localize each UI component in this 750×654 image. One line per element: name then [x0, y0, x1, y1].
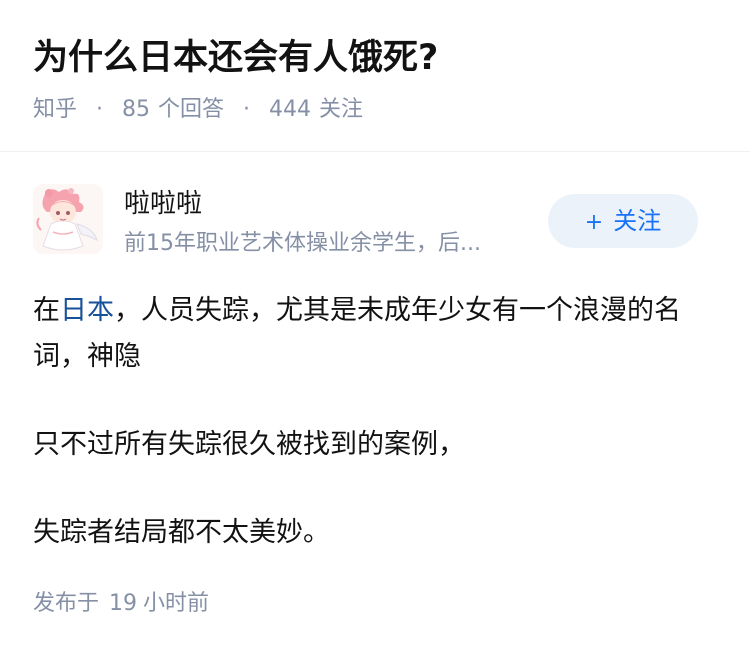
author-name[interactable]: 啦啦啦: [124, 186, 202, 222]
follower-count: 444: [269, 97, 312, 122]
follow-button-label: 关注: [613, 207, 662, 235]
publish-time: 发布于 19 小时前: [33, 588, 209, 620]
answer-count-link[interactable]: 85 个回答: [122, 97, 231, 122]
answer-paragraph: 只不过所有失踪很久被找到的案例，: [33, 429, 465, 460]
publish-time-unit: 小时前: [143, 591, 210, 616]
question-title[interactable]: 为什么日本还会有人饿死?: [33, 34, 438, 82]
author-bio: 前15年职业艺术体操业余学生，后...: [124, 231, 481, 256]
plus-icon: +: [584, 210, 604, 235]
answer-paragraph: 失踪者结局都不太美妙。: [33, 517, 330, 548]
answer-paragraph: 在日本，人员失踪，尤其是未成年少女有一个浪漫的名词，神隐: [33, 288, 723, 380]
answer-count-label: 个回答: [158, 97, 225, 122]
answer-text: ，人员失踪，尤其是未成年少女有一个浪漫的名词，神隐: [33, 295, 681, 372]
meta-separator: ·: [243, 97, 251, 122]
anime-girl-avatar-icon[interactable]: [33, 184, 103, 254]
publish-time-value: 19: [109, 591, 138, 616]
follower-count-link[interactable]: 444 关注: [269, 97, 363, 122]
answer-content: 在日本，人员失踪，尤其是未成年少女有一个浪漫的名词，神隐 只不过所有失踪很久被找…: [33, 288, 723, 556]
follower-count-label: 关注: [319, 97, 364, 122]
follow-button[interactable]: + 关注: [548, 194, 698, 248]
publish-label: 发布于: [33, 591, 100, 616]
question-meta: 知乎 · 85 个回答 · 444 关注: [33, 94, 363, 126]
avatar-illustration: [33, 184, 103, 254]
answer-count: 85: [122, 97, 151, 122]
answer-text: 在: [33, 295, 60, 326]
meta-separator: ·: [96, 97, 104, 122]
topic-link-japan[interactable]: 日本: [60, 295, 114, 326]
source-label[interactable]: 知乎: [33, 97, 77, 122]
header-divider: [0, 151, 750, 152]
